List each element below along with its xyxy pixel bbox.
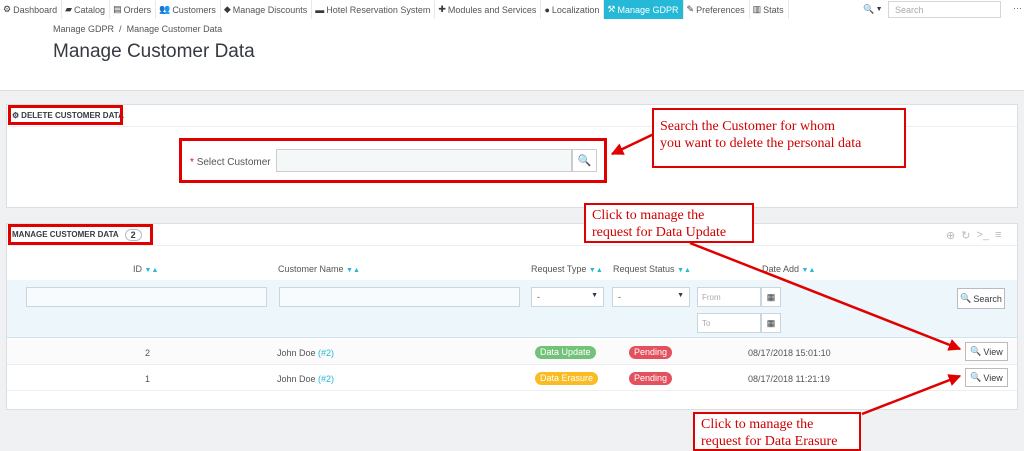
callout-line: request for Data Update xyxy=(592,225,727,240)
callout-line: Click to manage the xyxy=(701,417,814,432)
callout-line: request for Data Erasure xyxy=(701,434,838,449)
callout-line: Search the Customer for whom xyxy=(660,119,835,134)
callout-line: Click to manage the xyxy=(592,208,705,223)
annotation-arrows xyxy=(610,131,962,416)
arrow-to-update-view xyxy=(689,241,962,351)
arrow-to-select-customer xyxy=(610,131,657,156)
callout-line: you want to delete the personal data xyxy=(660,136,862,151)
search-customer-callout: Search the Customer for whom you want to… xyxy=(652,108,906,168)
data-erasure-callout: Click to manage the request for Data Era… xyxy=(693,412,861,451)
data-update-callout: Click to manage the request for Data Upd… xyxy=(584,203,754,243)
arrow-to-erasure-view xyxy=(861,374,962,416)
